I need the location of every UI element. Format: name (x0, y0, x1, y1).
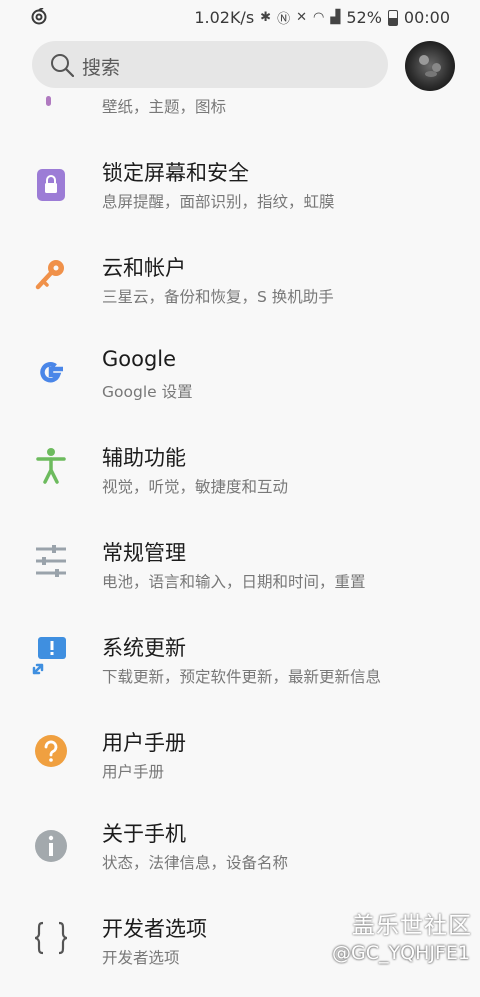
notification-icon (30, 7, 48, 30)
list-item-title: 系统更新 (102, 636, 186, 660)
mute-icon: ✕ (296, 10, 307, 25)
list-item-google[interactable]: Google Google 设置 (0, 332, 480, 427)
list-item-subtitle: 息屏提醒，面部识别，指纹，虹膜 (102, 193, 335, 211)
wifi-icon: ◠ (312, 10, 325, 25)
battery-icon (387, 9, 398, 26)
avatar[interactable] (405, 41, 455, 91)
list-item-user-manual[interactable]: 用户手册 用户手册 (0, 712, 480, 807)
list-item-title: Google (102, 347, 177, 371)
wallpaper-icon (46, 96, 51, 106)
question-icon (35, 735, 67, 767)
nfc-icon: Ⓝ (277, 12, 291, 27)
braces-icon (34, 921, 68, 955)
bluetooth-icon: ✱ (260, 10, 272, 25)
google-g-icon (40, 362, 63, 383)
list-item-title: 辅助功能 (102, 446, 186, 470)
list-item-title: 用户手册 (102, 731, 186, 755)
info-icon (35, 830, 67, 862)
search-icon (51, 54, 74, 77)
network-speed: 1.02K/s (194, 8, 255, 27)
list-item-subtitle: Google 设置 (102, 383, 193, 401)
system-update-icon (32, 637, 66, 675)
list-item-title: 开发者选项 (102, 917, 207, 941)
list-item-accessibility[interactable]: 辅助功能 视觉，听觉，敏捷度和互动 (0, 427, 480, 522)
list-item-system-update[interactable]: 系统更新 下载更新，预定软件更新，最新更新信息 (0, 617, 480, 712)
search-bar[interactable]: 搜索 (32, 41, 388, 88)
list-item-general-management[interactable]: 常规管理 电池，语言和输入，日期和时间，重置 (0, 522, 480, 617)
watermark-username: @GC_YQHJFE1 (332, 942, 470, 964)
list-item-subtitle: 用户手册 (102, 763, 165, 781)
watermark-logo: 盖乐世社区 (352, 913, 472, 939)
list-item-title: 锁定屏幕和安全 (102, 161, 249, 185)
sliders-icon (36, 545, 66, 577)
list-item-subtitle: 壁纸，主题，图标 (102, 98, 227, 116)
lock-icon (37, 169, 65, 201)
signal-icon: ▟ (330, 10, 341, 25)
list-item-subtitle: 状态，法律信息，设备名称 (102, 854, 289, 872)
list-item-cloud-accounts[interactable]: 云和帐户 三星云，备份和恢复，S 换机助手 (0, 237, 480, 332)
list-item-title: 关于手机 (102, 822, 186, 846)
list-item-subtitle: 视觉，听觉，敏捷度和互动 (102, 478, 289, 496)
key-icon (35, 260, 64, 290)
list-item-lock-screen-security[interactable]: 锁定屏幕和安全 息屏提醒，面部识别，指纹，虹膜 (0, 142, 480, 237)
list-item-title: 常规管理 (102, 541, 186, 565)
accessibility-icon (36, 448, 66, 484)
battery-percent: 52% (346, 8, 382, 27)
list-item-subtitle: 三星云，备份和恢复，S 换机助手 (102, 288, 334, 306)
clock: 00:00 (403, 8, 450, 27)
list-item-subtitle: 开发者选项 (102, 949, 180, 967)
search-placeholder: 搜索 (82, 57, 121, 79)
status-bar: 1.02K/s ✱ Ⓝ ✕ ◠ ▟ 52% 00:00 (0, 0, 480, 34)
list-item-subtitle: 下载更新，预定软件更新，最新更新信息 (102, 668, 382, 686)
list-item-subtitle: 电池，语言和输入，日期和时间，重置 (102, 573, 366, 591)
list-item-title: 云和帐户 (102, 256, 186, 280)
list-item-about-phone[interactable]: 关于手机 状态，法律信息，设备名称 (0, 807, 480, 902)
